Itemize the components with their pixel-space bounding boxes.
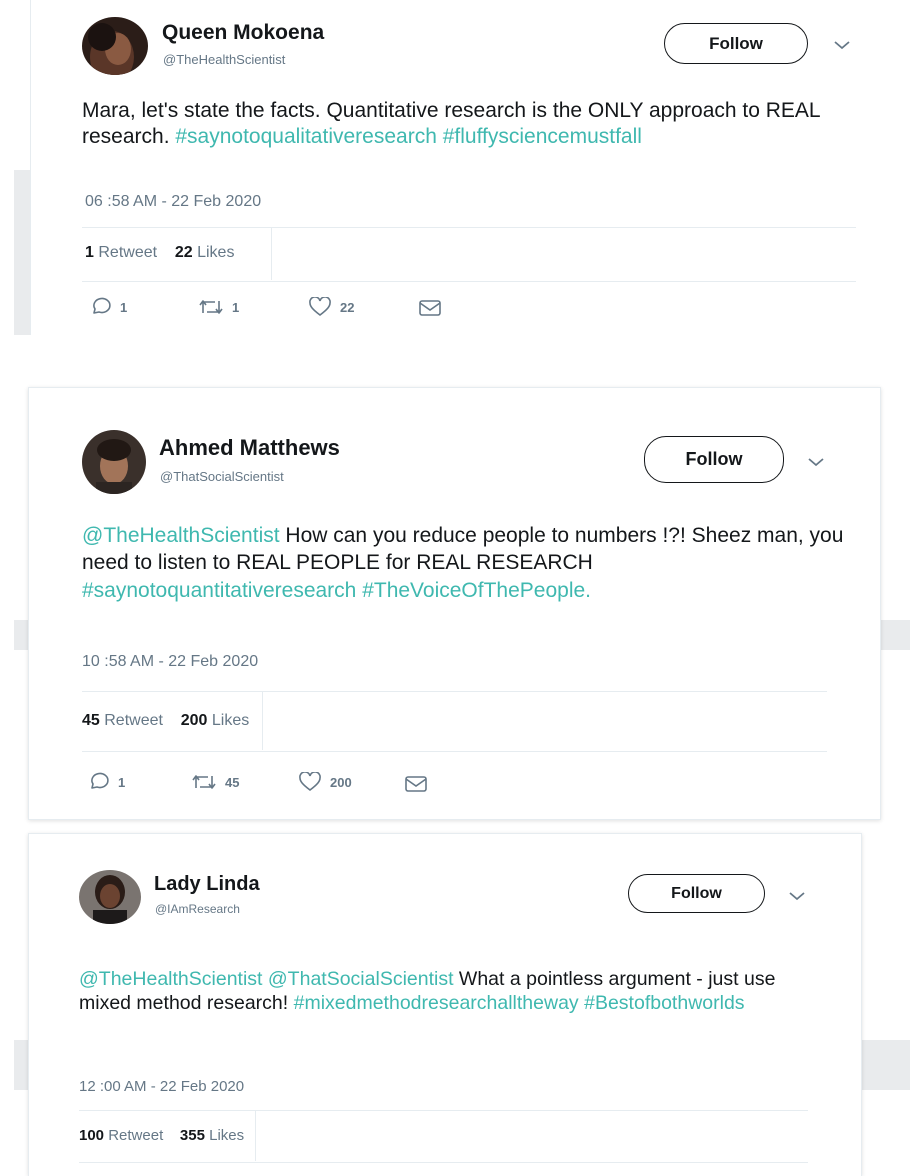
like-icon — [299, 772, 321, 792]
retweet-label[interactable]: Retweet — [104, 712, 163, 729]
retweet-icon — [192, 775, 216, 789]
reply-count: 1 — [118, 774, 126, 790]
divider — [82, 691, 827, 692]
retweet-action-count: 1 — [232, 299, 240, 315]
timestamp[interactable]: 12 :00 AM - 22 Feb 2020 — [79, 1078, 244, 1095]
avatar[interactable] — [82, 17, 148, 75]
divider — [271, 228, 272, 280]
engagement-stats: 45 Retweet 200 Likes — [82, 712, 249, 730]
page-gap — [880, 620, 910, 650]
retweet-count[interactable]: 100 — [79, 1127, 104, 1144]
likes-count[interactable]: 355 — [180, 1127, 205, 1144]
message-icon — [405, 776, 427, 792]
likes-label[interactable]: Likes — [197, 244, 234, 261]
divider — [82, 751, 827, 752]
timestamp[interactable]: 10 :58 AM - 22 Feb 2020 — [82, 653, 258, 671]
chevron-down-icon[interactable] — [788, 889, 806, 907]
author-name[interactable]: Queen Mokoena — [162, 21, 324, 45]
page-gap — [14, 620, 28, 650]
hashtag-link[interactable]: #fluffysciencemustfall — [443, 125, 642, 148]
like-icon — [309, 297, 331, 317]
mention-link[interactable]: @TheHealthScientist — [82, 524, 280, 547]
retweet-label[interactable]: Retweet — [98, 244, 157, 261]
message-button[interactable] — [418, 299, 450, 317]
likes-label[interactable]: Likes — [209, 1127, 244, 1144]
message-icon — [419, 300, 441, 316]
like-button[interactable]: 200 — [298, 772, 352, 792]
page-gap — [862, 1040, 910, 1090]
author-handle[interactable]: @ThatSocialScientist — [160, 469, 284, 484]
reply-count: 1 — [120, 299, 128, 315]
author-name[interactable]: Lady Linda — [154, 873, 260, 896]
divider — [79, 1110, 808, 1111]
author-handle[interactable]: @IAmResearch — [155, 902, 240, 916]
tweet-text: @TheHealthScientist @ThatSocialScientist… — [79, 968, 824, 1016]
retweet-button[interactable]: 1 — [198, 297, 239, 317]
mention-link[interactable]: @TheHealthScientist — [79, 968, 262, 990]
divider — [79, 1162, 808, 1163]
mention-link[interactable]: @ThatSocialScientist — [268, 968, 454, 990]
like-button[interactable]: 22 — [308, 297, 354, 317]
avatar[interactable] — [79, 870, 141, 924]
retweet-button[interactable]: 45 — [191, 772, 239, 792]
divider — [262, 692, 263, 750]
follow-button[interactable]: Follow — [628, 874, 765, 913]
page-gap — [14, 170, 30, 335]
retweet-label[interactable]: Retweet — [108, 1127, 163, 1144]
engagement-stats: 1 Retweet 22 Likes — [85, 244, 234, 262]
tweet-text: @TheHealthScientist How can you reduce p… — [82, 522, 857, 604]
author-handle[interactable]: @TheHealthScientist — [163, 52, 285, 67]
hashtag-link[interactable]: #Bestofbothworlds — [584, 992, 744, 1014]
follow-button[interactable]: Follow — [644, 436, 784, 483]
chevron-down-icon[interactable] — [807, 455, 825, 473]
divider — [82, 281, 856, 282]
follow-button[interactable]: Follow — [664, 23, 808, 64]
reply-button[interactable]: 1 — [88, 772, 125, 792]
hashtag-link[interactable]: #TheVoiceOfThePeople. — [362, 579, 591, 602]
like-action-count: 200 — [330, 774, 352, 790]
chevron-down-icon[interactable] — [833, 38, 851, 56]
author-name[interactable]: Ahmed Matthews — [159, 435, 340, 461]
message-button[interactable] — [404, 775, 436, 793]
engagement-stats: 100 Retweet 355 Likes — [79, 1127, 244, 1144]
reply-button[interactable]: 1 — [90, 297, 127, 317]
hashtag-link[interactable]: #saynotoqualitativeresearch — [175, 125, 437, 148]
hashtag-link[interactable]: #saynotoquantitativeresearch — [82, 579, 356, 602]
likes-count[interactable]: 22 — [175, 244, 193, 261]
retweet-count[interactable]: 45 — [82, 712, 100, 729]
likes-count[interactable]: 200 — [181, 712, 208, 729]
retweet-action-count: 45 — [225, 774, 240, 790]
likes-label[interactable]: Likes — [212, 712, 249, 729]
hashtag-link[interactable]: #mixedmethodresearchalltheway — [294, 992, 579, 1014]
divider — [82, 227, 856, 228]
divider — [255, 1111, 256, 1161]
page-gap — [14, 1040, 28, 1090]
retweet-icon — [199, 300, 223, 314]
reply-icon — [91, 772, 109, 789]
like-action-count: 22 — [340, 299, 355, 315]
retweet-count[interactable]: 1 — [85, 244, 94, 261]
tweet-text: Mara, let's state the facts. Quantitativ… — [82, 98, 872, 150]
avatar[interactable] — [82, 430, 146, 494]
timestamp[interactable]: 06 :58 AM - 22 Feb 2020 — [85, 193, 261, 211]
reply-icon — [93, 297, 111, 314]
